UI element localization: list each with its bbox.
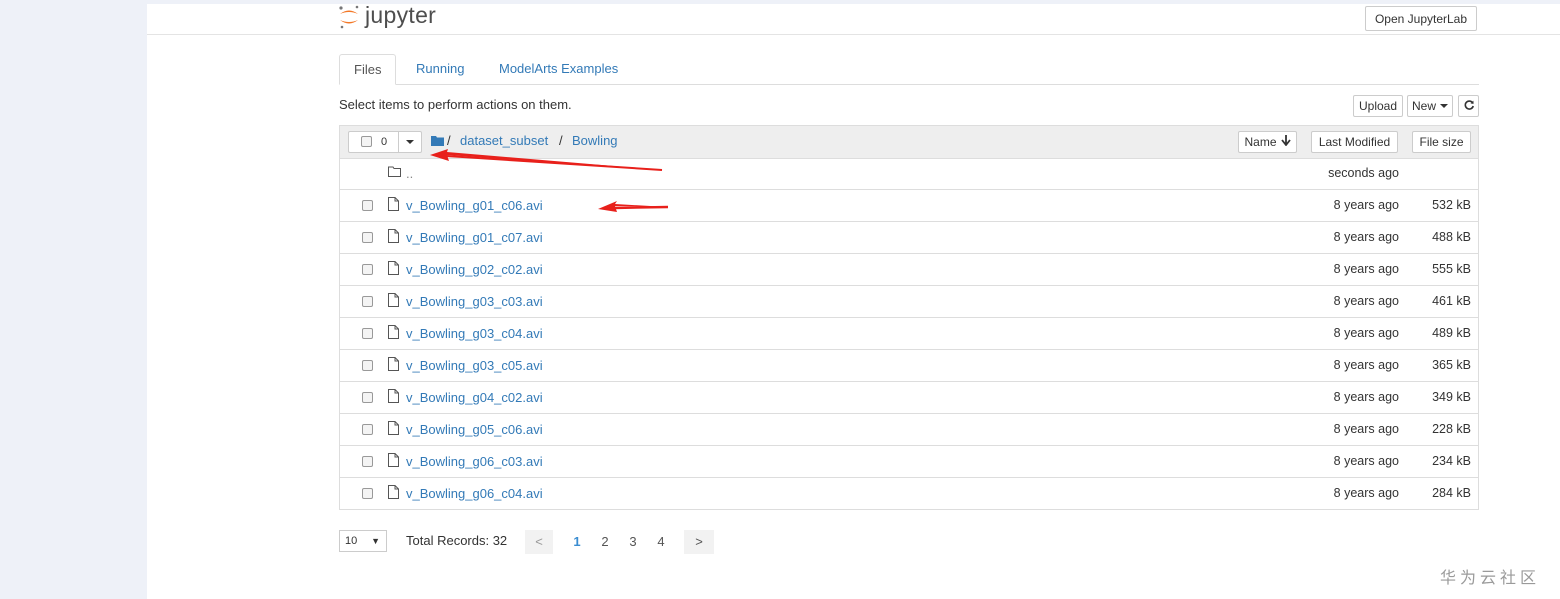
- annotation-arrow: [598, 201, 669, 212]
- annotation-arrow: [430, 149, 663, 171]
- annotation-arrows: [430, 149, 669, 212]
- watermark: 华为云社区: [1440, 570, 1541, 587]
